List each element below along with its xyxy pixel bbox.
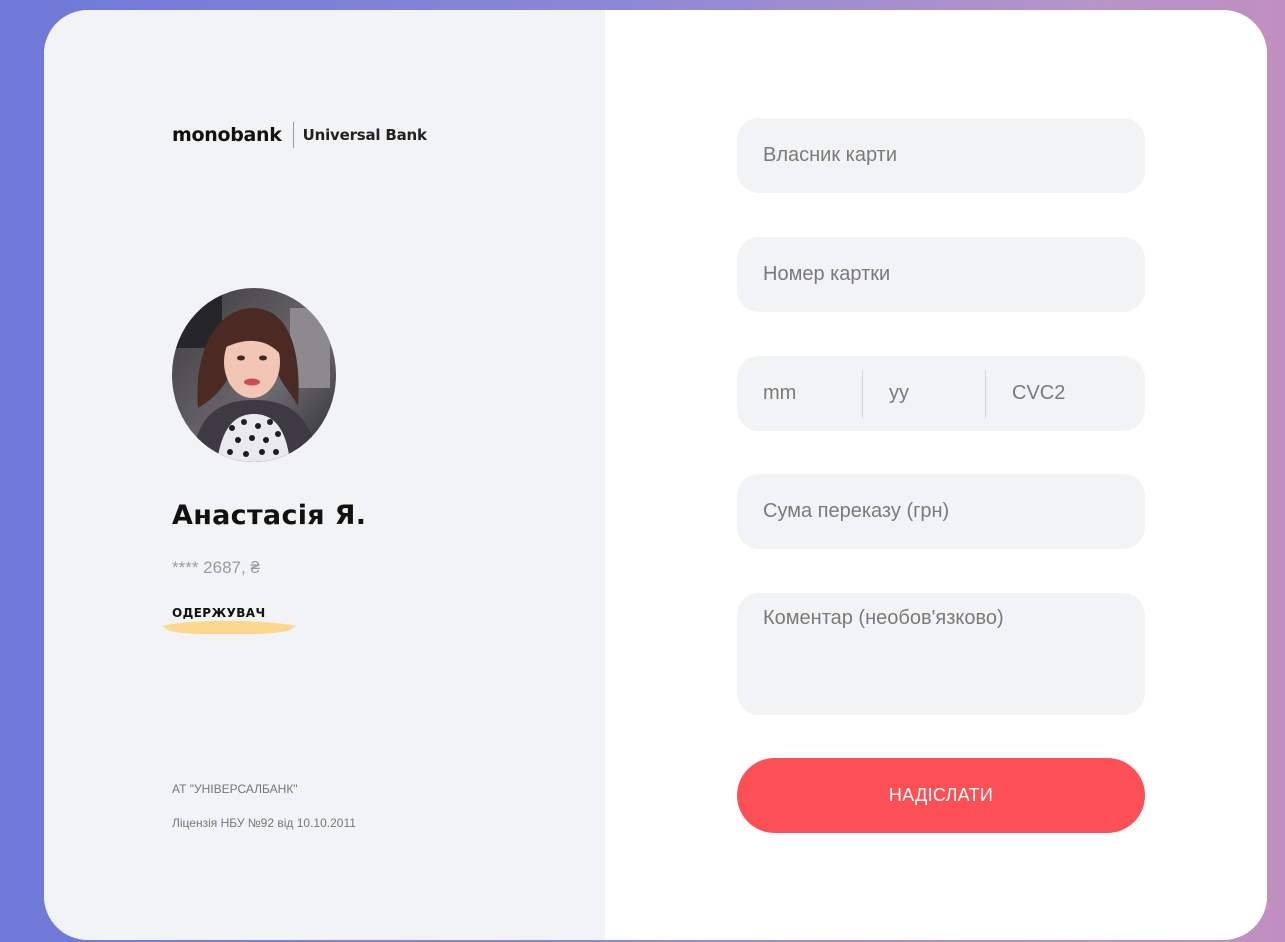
expiry-year-input[interactable]: [863, 356, 985, 431]
expiry-month-input[interactable]: [737, 356, 862, 431]
comment-field: [737, 593, 1145, 715]
payment-card: monobank Universal Bank Анастасія Я. ***…: [44, 10, 1267, 940]
amount-field: [737, 474, 1145, 549]
payment-form: НАДІСЛАТИ: [605, 10, 1267, 940]
bank-license: Ліцензія НБУ №92 від 10.10.2011: [172, 816, 356, 830]
amount-input[interactable]: [737, 474, 1145, 549]
avatar-photo: [172, 288, 336, 462]
recipient-role-label: ОДЕРЖУВАЧ: [172, 606, 266, 620]
cvc-cell: [986, 356, 1145, 431]
recipient-panel: monobank Universal Bank Анастасія Я. ***…: [44, 10, 605, 940]
expiry-year-cell: [863, 356, 985, 431]
logo-divider: [292, 122, 294, 148]
expiry-month-cell: [737, 356, 862, 431]
card-holder-input[interactable]: [737, 118, 1145, 193]
logo-primary-text: monobank: [172, 124, 282, 146]
card-expiry-cvc-row: [737, 356, 1145, 431]
monobank-logo: monobank Universal Bank: [172, 122, 427, 148]
cvc-input[interactable]: [986, 356, 1145, 431]
recipient-role-badge: ОДЕРЖУВАЧ: [162, 604, 296, 634]
card-number-input[interactable]: [737, 237, 1145, 312]
avatar: [172, 288, 336, 462]
submit-button[interactable]: НАДІСЛАТИ: [737, 758, 1145, 833]
comment-input[interactable]: [737, 593, 1145, 715]
card-holder-field: [737, 118, 1145, 193]
logo-secondary-text: Universal Bank: [302, 126, 427, 144]
recipient-card-number: **** 2687, ₴: [172, 558, 260, 577]
recipient-name: Анастасія Я.: [172, 500, 367, 531]
card-number-field: [737, 237, 1145, 312]
bank-legal-name: АТ "УНІВЕРСАЛБАНК": [172, 782, 298, 796]
